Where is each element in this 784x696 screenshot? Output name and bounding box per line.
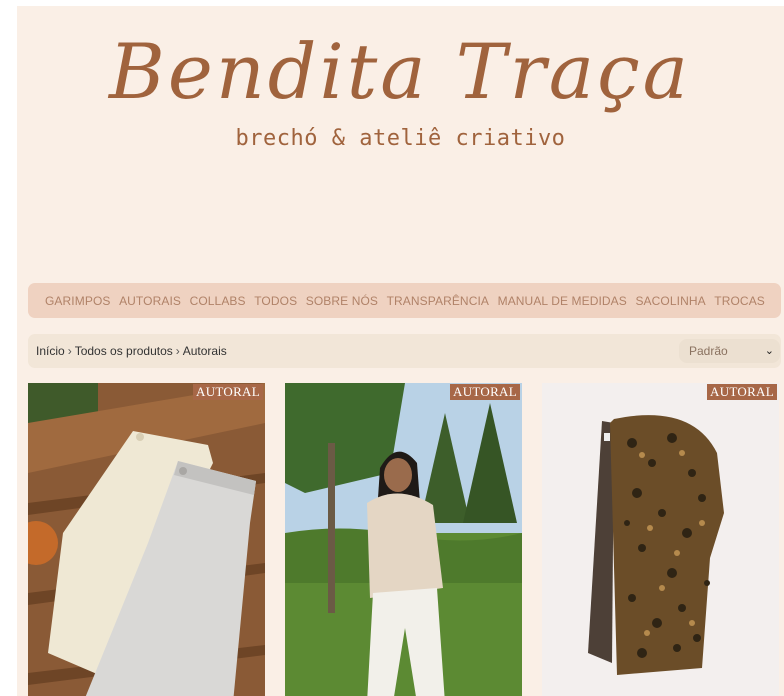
nav-item-sacolinha[interactable]: SACOLINHA [635,294,705,308]
chevron-down-icon: ⌄ [764,345,774,357]
site-logo[interactable]: Bendita Traça brechó & ateliê criativo [17,6,784,166]
breadcrumb-home[interactable]: Início [36,344,65,358]
nav-item-trocas[interactable]: TROCAS [714,294,765,308]
logo-wordmark: Bendita Traça [107,27,691,116]
breadcrumb-bar: Início › Todos os produtos › Autorais Padrão… [28,334,781,368]
product-card[interactable]: AUTORAL [285,383,522,696]
product-card[interactable]: AUTORAL [28,383,265,696]
product-card[interactable]: AUTORAL [542,383,779,696]
nav-item-autorais[interactable]: AUTORAIS [119,294,181,308]
product-image-trousers [28,383,265,696]
breadcrumb-current: Autorais [182,344,227,358]
breadcrumb-separator: › [175,344,180,358]
nav-item-manual-de-medidas[interactable]: MANUAL DE MEDIDAS [498,294,627,308]
page: Bendita Traça brechó & ateliê criativo G… [17,6,784,696]
sort-selected-value: Padrão [689,344,728,358]
nav-item-todos[interactable]: TODOS [254,294,297,308]
nav-item-collabs[interactable]: COLLABS [190,294,246,308]
brand-name: Bendita Traça [107,27,691,116]
breadcrumb: Início › Todos os produtos › Autorais [36,344,227,358]
product-image-jacket [542,383,779,696]
product-badge: AUTORAL [450,384,520,400]
product-image-woman [285,383,522,696]
sort-select[interactable]: Padrão ⌄ [679,339,780,363]
breadcrumb-all-products[interactable]: Todos os produtos [75,344,173,358]
product-grid: AUTORAL AUTORAL AUTORAL [28,383,781,696]
nav-item-transparencia[interactable]: TRANSPARÊNCIA [387,294,489,308]
nav-item-garimpos[interactable]: GARIMPOS [45,294,110,308]
product-badge: AUTORAL [707,384,777,400]
product-badge: AUTORAL [193,384,263,400]
breadcrumb-separator: › [67,344,72,358]
brand-tagline: brechó & ateliê criativo [235,126,566,151]
main-nav: GARIMPOS AUTORAIS COLLABS TODOS SOBRE NÓ… [28,283,781,318]
nav-item-sobre-nos[interactable]: SOBRE NÓS [306,294,378,308]
